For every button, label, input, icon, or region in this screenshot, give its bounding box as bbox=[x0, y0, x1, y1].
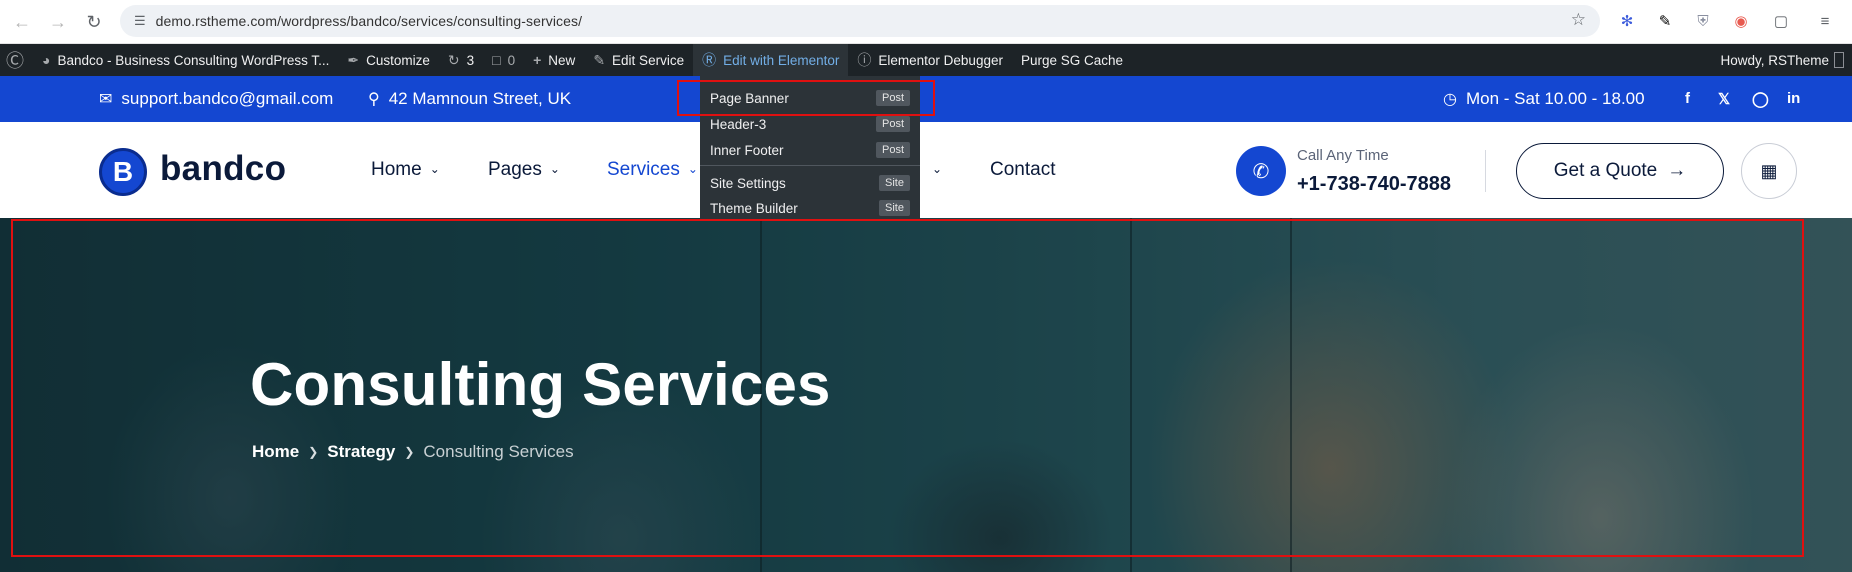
call-number[interactable]: +1-738-740-7888 bbox=[1297, 173, 1451, 196]
adminbar-site-name[interactable]: ◕ Bandco - Business Consulting WordPress … bbox=[33, 44, 338, 76]
adminbar-comments[interactable]: □ 0 bbox=[483, 44, 524, 76]
nav-services-label: Services bbox=[607, 159, 680, 180]
nav-hidden-item-chevron[interactable]: ⌄ bbox=[924, 159, 942, 181]
address-link: ⚲ 42 Mamnoun Street, UK bbox=[368, 76, 571, 122]
updates-count: 3 bbox=[466, 52, 475, 68]
site-info-icon[interactable]: ☰ bbox=[134, 13, 146, 29]
adminbar-account[interactable]: Howdy, RSTheme bbox=[1720, 44, 1852, 76]
x-icon[interactable]: 𝕏 bbox=[1718, 90, 1730, 108]
reading-list-icon[interactable]: ≡ bbox=[1812, 8, 1838, 34]
hours-text: Mon - Sat 10.00 - 18.00 bbox=[1465, 89, 1645, 108]
reload-icon[interactable]: ↻ bbox=[76, 4, 112, 40]
elementor-icon: Ⓡ bbox=[702, 52, 717, 68]
nav-pages-label: Pages bbox=[488, 159, 542, 180]
hours-info: ◷ Mon - Sat 10.00 - 18.00 bbox=[1443, 76, 1645, 122]
elementor-debugger-label: Elementor Debugger bbox=[878, 52, 1003, 68]
edit-with-elementor-label: Edit with Elementor bbox=[723, 52, 840, 68]
header-divider bbox=[1485, 150, 1486, 192]
comments-count: 0 bbox=[507, 52, 516, 68]
get-quote-label: Get a Quote bbox=[1553, 160, 1658, 181]
dropdown-item-label: Inner Footer bbox=[710, 142, 784, 158]
logo-mark[interactable]: B bbox=[99, 148, 147, 196]
adminbar-purge-cache[interactable]: Purge SG Cache bbox=[1012, 44, 1132, 76]
adminbar-edit-with-elementor[interactable]: Ⓡ Edit with Elementor bbox=[693, 44, 849, 76]
grid-menu-button[interactable]: ▦ bbox=[1741, 143, 1797, 199]
site-name-label: Bandco - Business Consulting WordPress T… bbox=[57, 52, 330, 68]
address-bar[interactable]: ☰ demo.rstheme.com/wordpress/bandco/serv… bbox=[120, 5, 1600, 37]
extension-pen-icon[interactable]: ✎ bbox=[1652, 8, 1678, 34]
chevron-down-icon: ⌄ bbox=[429, 162, 440, 176]
site-header: B bandco Home ⌄ Pages ⌄ Services ⌄ ⌄ Contac… bbox=[0, 122, 1852, 218]
dropdown-item-theme-builder[interactable]: Theme Builder Site bbox=[700, 197, 920, 219]
updates-icon: ↻ bbox=[447, 51, 460, 68]
address-text: 42 Mamnoun Street, UK bbox=[388, 89, 572, 108]
bookmark-star-icon[interactable]: ☆ bbox=[1571, 10, 1586, 30]
info-icon: ⓘ bbox=[857, 52, 872, 68]
dropdown-item-label: Theme Builder bbox=[710, 200, 798, 216]
avatar bbox=[1834, 52, 1844, 68]
chevron-down-icon: ⌄ bbox=[687, 162, 698, 176]
customize-label: Customize bbox=[366, 52, 430, 68]
linkedin-icon[interactable]: in bbox=[1787, 90, 1800, 107]
chevron-down-icon: ⌄ bbox=[549, 162, 560, 176]
phone-icon: ✆ bbox=[1236, 146, 1286, 196]
grid-icon: ▦ bbox=[1760, 160, 1778, 181]
instagram-icon[interactable]: ◯ bbox=[1752, 90, 1769, 108]
dropdown-item-inner-footer[interactable]: Inner Footer Post bbox=[700, 139, 920, 161]
arrow-right-icon: → bbox=[1667, 160, 1687, 181]
dropdown-item-badge: Post bbox=[875, 142, 910, 158]
forward-icon[interactable]: → bbox=[40, 4, 76, 40]
adminbar-updates[interactable]: ↻ 3 bbox=[439, 44, 483, 76]
adminbar-customize[interactable]: ✒ Customize bbox=[338, 44, 439, 76]
highlight-banner-area bbox=[11, 219, 1804, 557]
nav-services[interactable]: Services ⌄ bbox=[607, 159, 698, 181]
clock-icon: ◷ bbox=[1443, 91, 1457, 108]
envelope-icon: ✉ bbox=[99, 91, 113, 108]
dropdown-divider bbox=[700, 165, 920, 166]
extension-shield-icon[interactable]: ⛨ bbox=[1690, 8, 1716, 34]
email-link[interactable]: ✉ support.bandco@gmail.com bbox=[99, 76, 333, 122]
call-label: Call Any Time bbox=[1297, 147, 1389, 164]
adminbar-elementor-debugger[interactable]: ⓘ Elementor Debugger bbox=[848, 44, 1012, 76]
adminbar-edit-service[interactable]: ✎ Edit Service bbox=[584, 44, 693, 76]
logo-text[interactable]: bandco bbox=[160, 149, 286, 189]
dropdown-item-badge: Post bbox=[875, 116, 910, 132]
nav-home[interactable]: Home ⌄ bbox=[371, 159, 440, 181]
adminbar-new[interactable]: + New bbox=[524, 44, 584, 76]
facebook-icon[interactable]: f bbox=[1685, 90, 1690, 107]
nav-pages[interactable]: Pages ⌄ bbox=[488, 159, 560, 181]
dropdown-item-site-settings[interactable]: Site Settings Site bbox=[700, 172, 920, 194]
new-label: New bbox=[548, 52, 576, 68]
nav-contact-label: Contact bbox=[990, 159, 1056, 180]
chevron-down-icon: ⌄ bbox=[932, 162, 943, 176]
map-pin-icon: ⚲ bbox=[368, 91, 380, 108]
dropdown-item-header-3[interactable]: Header-3 Post bbox=[700, 113, 920, 135]
howdy-label: Howdy, RSTheme bbox=[1720, 52, 1829, 68]
extensions-puzzle-icon[interactable]: ▢ bbox=[1768, 8, 1794, 34]
pencil-icon: ✎ bbox=[593, 51, 606, 68]
comment-icon: □ bbox=[492, 52, 501, 68]
dropdown-item-badge: Site bbox=[879, 200, 910, 216]
dropdown-item-label: Site Settings bbox=[710, 175, 786, 191]
extension-record-icon[interactable]: ◉ bbox=[1728, 8, 1754, 34]
nav-contact[interactable]: Contact bbox=[990, 159, 1055, 181]
edit-service-label: Edit Service bbox=[612, 52, 685, 68]
dropdown-item-label: Header-3 bbox=[710, 116, 767, 132]
highlight-page-banner-menu bbox=[677, 80, 935, 116]
extension-gear-icon[interactable]: ✻ bbox=[1614, 8, 1640, 34]
brush-icon: ✒ bbox=[347, 51, 360, 68]
nav-home-label: Home bbox=[371, 159, 422, 180]
dashboard-icon: ◕ bbox=[42, 52, 51, 68]
wordpress-logo-icon[interactable]: Ⓒ bbox=[0, 44, 33, 76]
browser-toolbar: ← → ↻ ☰ demo.rstheme.com/wordpress/bandc… bbox=[0, 0, 1852, 44]
url-text: demo.rstheme.com/wordpress/bandco/servic… bbox=[155, 13, 583, 29]
wp-admin-bar: Ⓒ ◕ Bandco - Business Consulting WordPres… bbox=[0, 44, 1852, 76]
plus-icon: + bbox=[533, 52, 542, 68]
dropdown-item-badge: Site bbox=[879, 175, 910, 191]
email-text: support.bandco@gmail.com bbox=[121, 89, 334, 108]
back-icon[interactable]: ← bbox=[4, 4, 40, 40]
purge-cache-label: Purge SG Cache bbox=[1020, 52, 1124, 68]
get-quote-button[interactable]: Get a Quote → bbox=[1516, 143, 1724, 199]
